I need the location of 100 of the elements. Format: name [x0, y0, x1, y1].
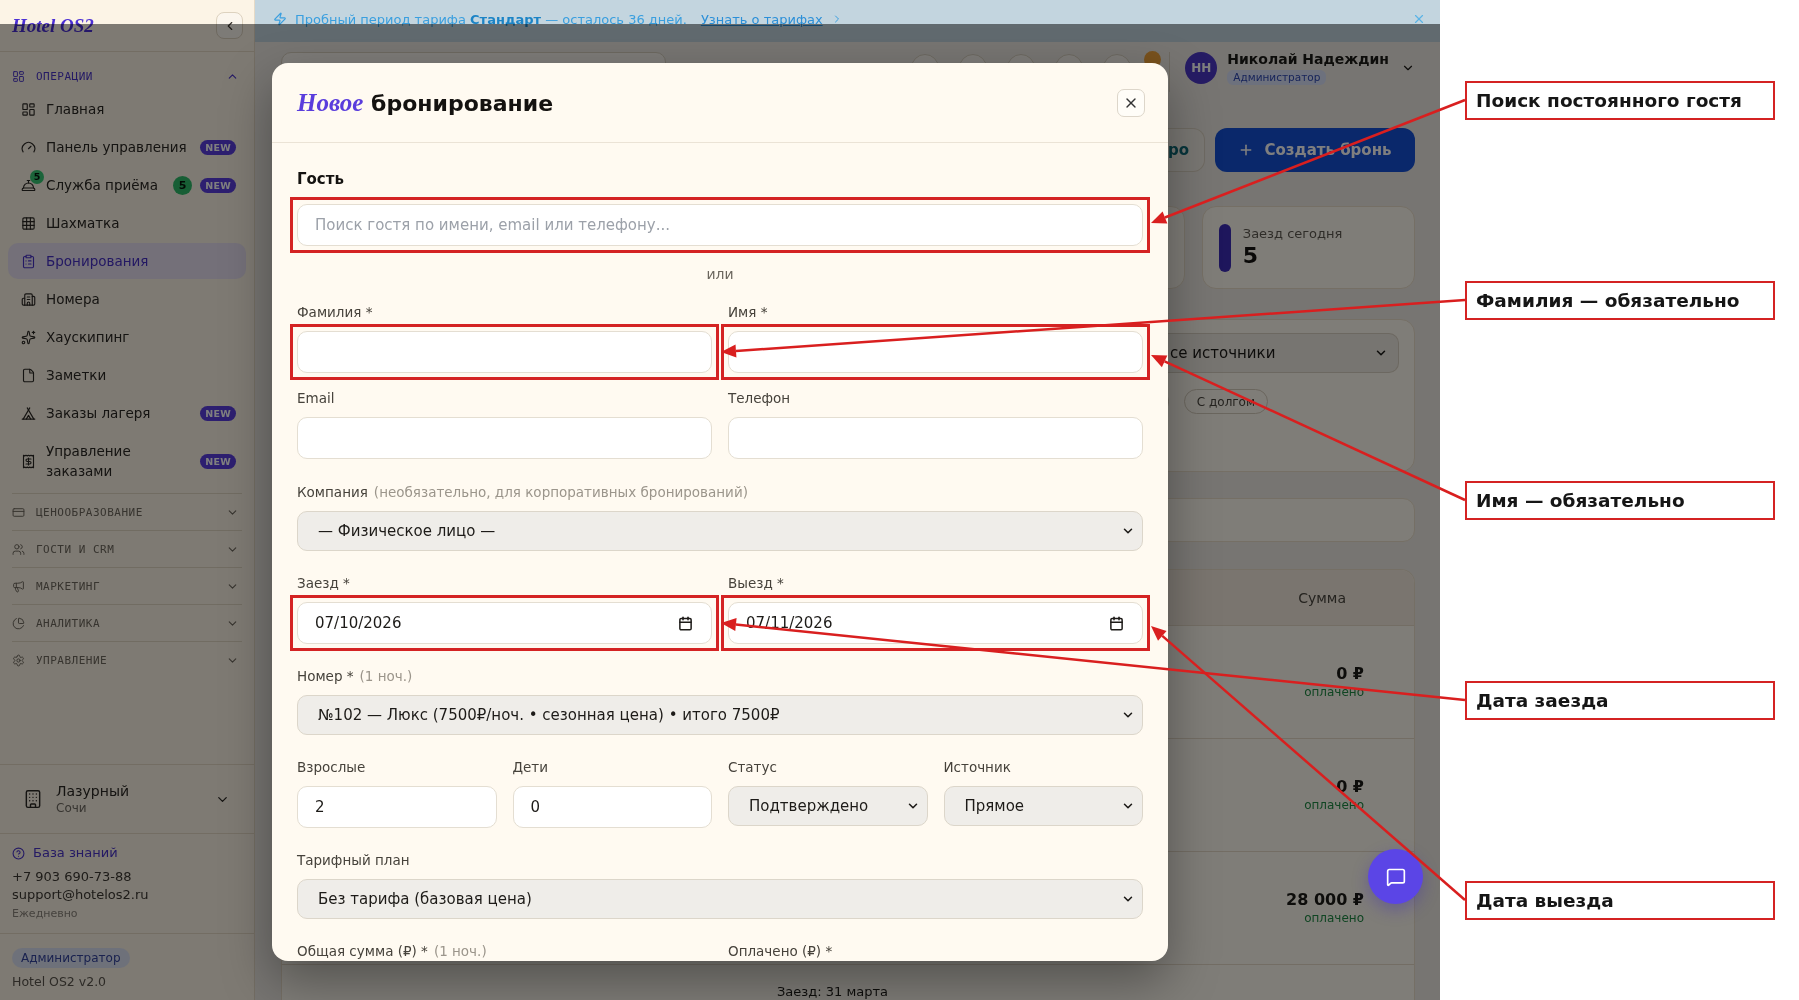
close-button[interactable]: [1117, 88, 1145, 117]
date-field[interactable]: 07/11/2026: [728, 602, 1143, 644]
nav-item[interactable]: Панель управления NEW: [8, 129, 246, 165]
nav-item[interactable]: 5 Служба приёма 5 NEW: [8, 167, 246, 203]
callout-label: Дата выезда: [1465, 881, 1775, 920]
close-button[interactable]: [1412, 12, 1426, 26]
field-label: Телефон: [728, 389, 791, 407]
clipboard-icon: [21, 253, 36, 269]
table-cell-text: Заезд: 31 марта: [777, 983, 889, 1000]
building-icon: [23, 789, 43, 809]
avatar: НН: [1185, 52, 1218, 84]
date-field[interactable]: 07/10/2026: [297, 602, 712, 644]
amount-text: 28 000 ₽: [1286, 890, 1364, 910]
source-select[interactable]: се источники: [1168, 333, 1399, 373]
card-icon: [12, 505, 25, 519]
search-field[interactable]: Поиск гостя по имени, email или телефону...: [297, 204, 1143, 246]
field-label: Компания: [297, 483, 368, 501]
section-header[interactable]: МАРКЕТИНГ: [12, 568, 242, 604]
role-badge: Администратор: [1227, 70, 1327, 85]
file-icon: [21, 367, 36, 383]
field-label: Фамилия *: [297, 303, 373, 321]
select-field[interactable]: №102 — Люкс (7500₽/ноч. • сезонная цена) • итого 7500₽: [297, 695, 1143, 735]
input-field[interactable]: [297, 417, 712, 459]
nav-item[interactable]: Управление заказами NEW: [8, 433, 246, 489]
input-field[interactable]: [728, 417, 1143, 459]
nav-item[interactable]: Заметки: [8, 357, 246, 393]
new-badge: NEW: [200, 453, 236, 469]
close-icon: [1412, 12, 1426, 26]
create-button[interactable]: Создать бронь: [1215, 128, 1415, 172]
nav-item[interactable]: Бронирования: [8, 243, 246, 279]
help-icon: [12, 846, 25, 860]
bell-icon: [21, 177, 36, 193]
field-label: Источник: [943, 758, 1011, 776]
nav-item[interactable]: Хаускипинг: [8, 319, 246, 355]
input-field[interactable]: [297, 331, 712, 373]
separator-text: или: [705, 265, 735, 283]
field-label: Оплачено (₽) *: [728, 942, 833, 960]
field-hint: (необязательно, для корпоративных бронирований): [373, 483, 748, 501]
input-field[interactable]: 0: [512, 786, 712, 828]
payment-status: оплачено: [1304, 910, 1364, 926]
field-label: Email: [297, 389, 335, 407]
toolbar-button[interactable]: ро: [1168, 128, 1205, 172]
icon-count-badge: 5: [30, 169, 44, 184]
input-field[interactable]: [728, 331, 1143, 373]
nav-item[interactable]: Заказы лагеря NEW: [8, 395, 246, 431]
field-label: Выезд *: [728, 574, 784, 592]
field-label: Заезд *: [297, 574, 350, 592]
field-label: Имя *: [728, 303, 768, 321]
callout-label: Имя — обязательно: [1465, 481, 1775, 520]
section-header[interactable]: ГОСТИ И CRM: [12, 531, 242, 567]
section-header[interactable]: ОПЕРАЦИИ: [12, 61, 242, 91]
grid-icon: [21, 215, 36, 231]
support-hours: Ежедневно: [12, 907, 79, 921]
new-badge: NEW: [200, 177, 236, 193]
dialog-title: Новое бронирование: [297, 88, 554, 117]
help-link[interactable]: База знаний: [12, 844, 242, 862]
select-field[interactable]: Без тарифа (базовая цена): [297, 879, 1143, 919]
nav-item[interactable]: Главная: [8, 91, 246, 127]
banner-text: Пробный период тарифа Стандарт — осталось 36 дней.: [295, 11, 687, 27]
select-field[interactable]: — Физическое лицо —: [297, 511, 1143, 551]
count-badge: 5: [173, 175, 193, 195]
hotel-selector[interactable]: Лазурный Сочи: [0, 764, 254, 833]
receipt-icon: [21, 453, 36, 469]
tent-icon: [21, 405, 36, 421]
stat-label: Заезд сегодня: [1242, 225, 1343, 242]
building-icon: [21, 291, 36, 307]
section-header[interactable]: ЦЕНООБРАЗОВАНИЕ: [12, 494, 242, 530]
stat-value: 5: [1242, 242, 1260, 270]
role-badge: Администратор: [12, 948, 130, 968]
select-field[interactable]: Прямое: [943, 786, 1143, 826]
section-title: Гость: [297, 169, 345, 189]
new-badge: NEW: [200, 405, 236, 421]
gauge-icon: [21, 139, 36, 155]
lightning-icon: [273, 12, 287, 26]
select-field[interactable]: Подтверждено: [728, 786, 928, 826]
hotel-name: Лазурный: [56, 782, 130, 800]
calendar-icon: [678, 615, 693, 631]
field-label: Номер *: [297, 667, 354, 685]
callout-label: Дата заезда: [1465, 681, 1775, 720]
support-email: support@hotelos2.ru: [12, 886, 150, 904]
hotel-city: Сочи: [56, 800, 88, 816]
nav-item[interactable]: Номера: [8, 281, 246, 317]
calendar-icon: [1109, 615, 1124, 631]
collapse-button[interactable]: [216, 12, 243, 39]
section-header[interactable]: УПРАВЛЕНИЕ: [12, 642, 242, 678]
tiles-icon: [12, 69, 25, 83]
pricing-link[interactable]: Узнать о тарифах: [700, 11, 823, 27]
pie-chart-icon: [12, 616, 25, 630]
megaphone-icon: [12, 579, 25, 593]
version-text: Hotel OS2 v2.0: [12, 974, 107, 990]
input-field[interactable]: 2: [297, 786, 497, 828]
field-label: Статус: [728, 758, 777, 776]
field-hint: (1 ноч.): [433, 942, 487, 960]
nav-item[interactable]: Шахматка: [8, 205, 246, 241]
section-header[interactable]: АНАЛИТИКА: [12, 605, 242, 641]
amount-text: 0 ₽: [1336, 664, 1364, 684]
field-label: Общая сумма (₽) *: [297, 942, 428, 960]
users-icon: [12, 542, 25, 556]
field-label: Дети: [512, 758, 548, 776]
user-name: Николай Надеждин: [1227, 51, 1389, 68]
